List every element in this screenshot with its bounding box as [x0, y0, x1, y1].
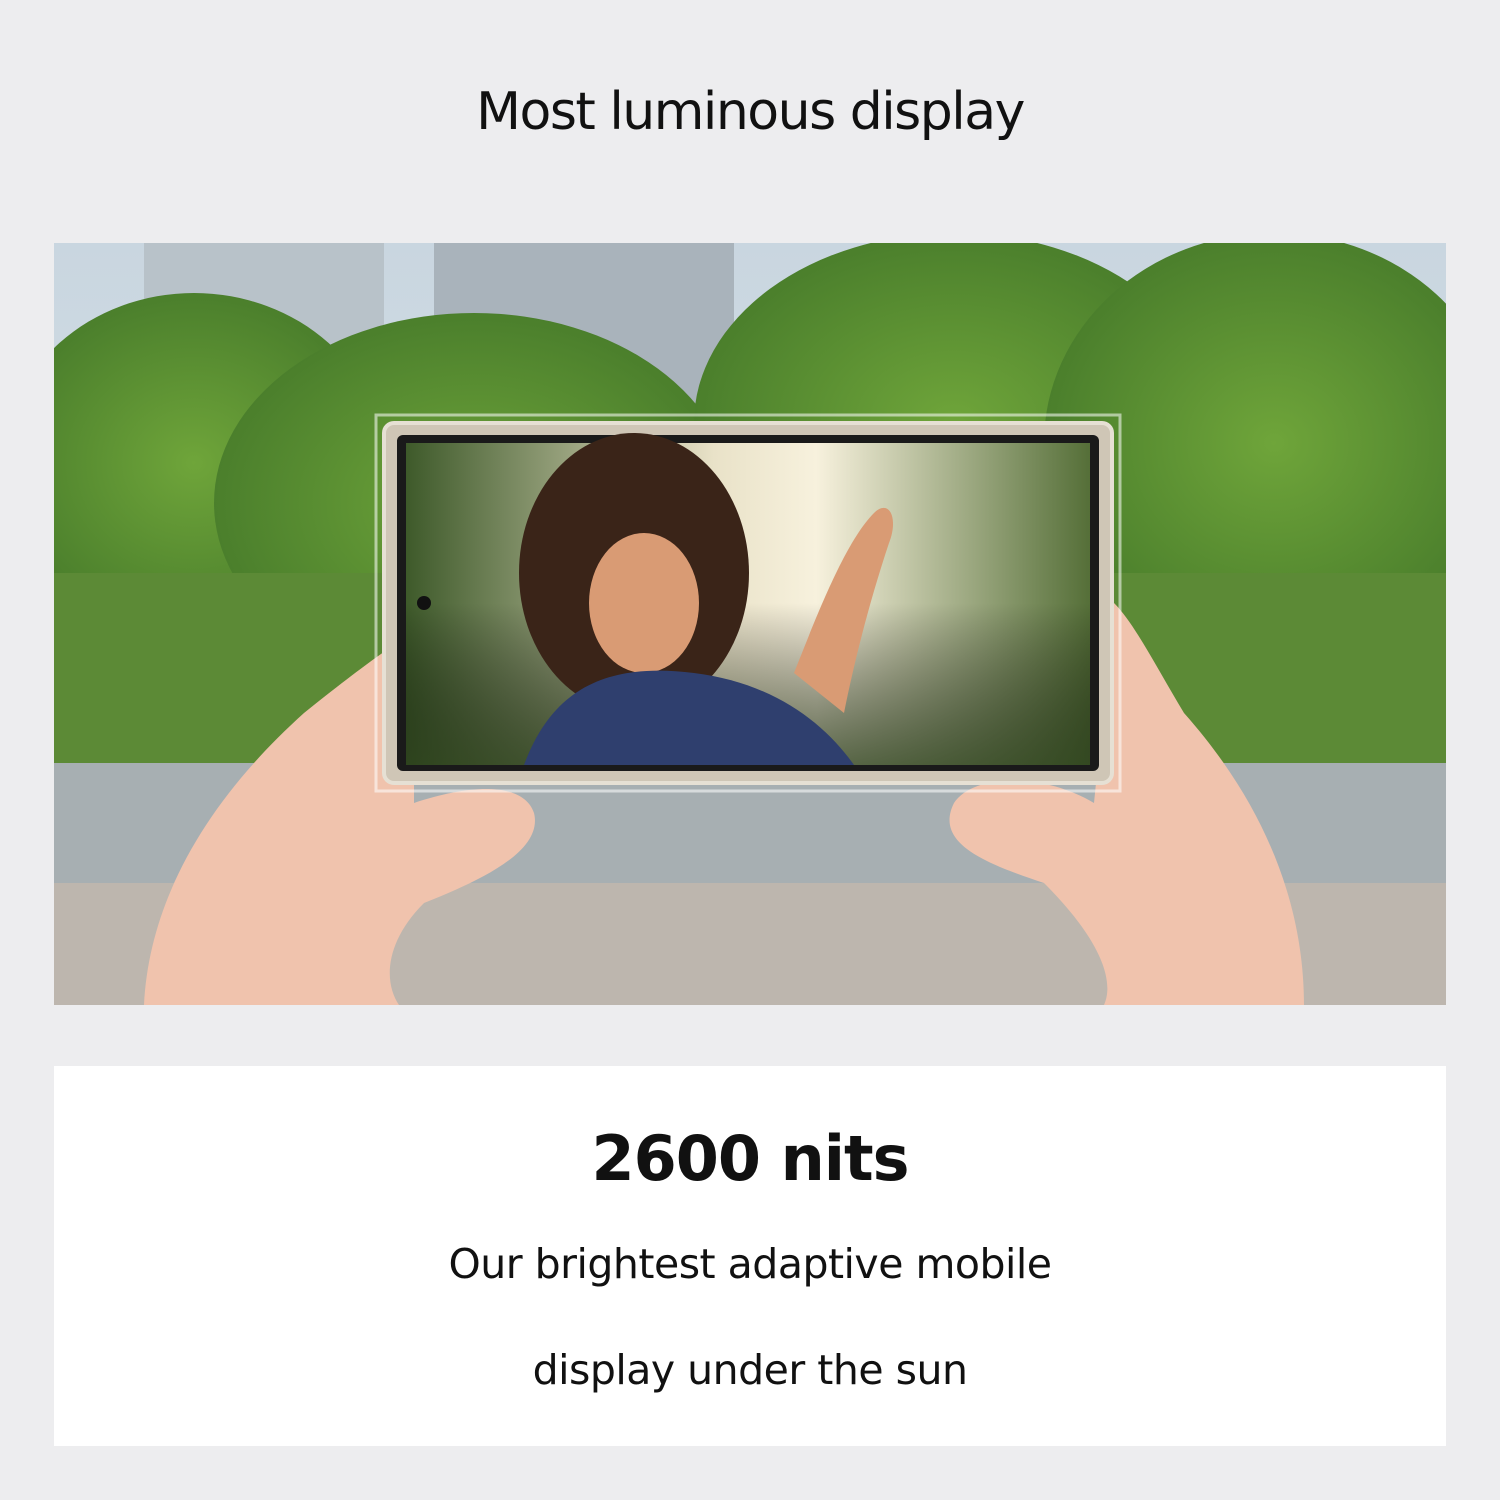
- description-line-2: display under the sun: [532, 1346, 968, 1394]
- info-card: 2600 nits Our brightest adaptive mobile …: [54, 1066, 1446, 1446]
- description-line-1: Our brightest adaptive mobile: [448, 1240, 1052, 1288]
- headline: Most luminous display: [476, 82, 1025, 142]
- hero-photo: [54, 243, 1446, 1005]
- brightness-stat: 2600 nits: [591, 1122, 909, 1195]
